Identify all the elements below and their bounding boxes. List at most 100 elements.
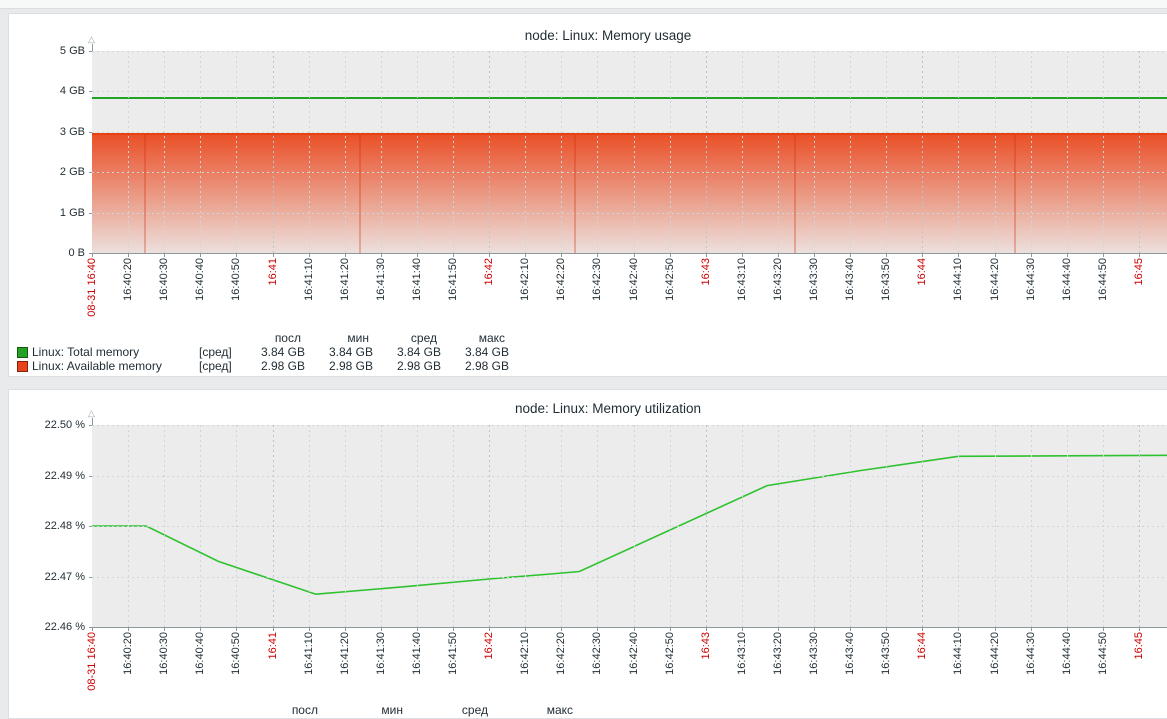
x-axis-tick-label: 16:44:30	[1025, 258, 1037, 301]
v-gridline	[670, 51, 671, 253]
v-gridline	[1031, 51, 1032, 253]
legend-header-row: посл мин сред макс	[17, 703, 577, 717]
v-gridline	[706, 51, 707, 253]
y-axis-tick	[89, 91, 92, 92]
x-axis-tick-label: 16:42:10	[519, 258, 531, 301]
x-axis-tick-label: 16:45	[1133, 632, 1145, 660]
x-axis-tick	[922, 628, 923, 631]
x-axis-tick-label: 16:42:30	[591, 258, 603, 301]
x-axis-tick-label: 08-31 16:40	[86, 258, 98, 317]
y-axis-tick-label: 22.47 %	[9, 571, 85, 583]
y-axis-arrow-icon: △	[88, 35, 95, 44]
x-axis-tick	[309, 254, 310, 257]
x-axis-tick	[958, 628, 959, 631]
x-axis-tick	[597, 254, 598, 257]
x-axis-tick-label: 16:42	[483, 632, 495, 660]
y-axis-tick-label: 2 GB	[9, 166, 85, 178]
x-axis-tick-label: 16:43:10	[736, 258, 748, 301]
legend-item-fn: [сред]	[192, 346, 237, 359]
v-gridline	[345, 51, 346, 253]
v-gridline	[597, 51, 598, 253]
x-axis-tick	[273, 254, 274, 257]
legend-item-label: Linux: Total memory	[32, 346, 192, 359]
v-gridline	[561, 51, 562, 253]
x-axis-tick	[706, 628, 707, 631]
legend-item-fn: [сред]	[192, 360, 237, 373]
y-axis-tick-label: 1 GB	[9, 207, 85, 219]
v-gridline	[164, 51, 165, 253]
legend-row-total-memory: Linux: Total memory [сред] 3.84 GB 3.84 …	[17, 345, 509, 359]
legend-row-available-memory: Linux: Available memory [сред] 2.98 GB 2…	[17, 359, 509, 373]
legend-item-label: Linux: Available memory	[32, 360, 192, 373]
total-memory-line	[92, 97, 1167, 99]
x-axis-tick	[922, 254, 923, 257]
x-axis-tick-label: 16:41:40	[411, 258, 423, 301]
y-axis-tick-label: 0 B	[9, 247, 85, 259]
x-axis-tick-label: 16:43:30	[808, 632, 820, 675]
x-axis-tick	[236, 254, 237, 257]
x-axis-tick	[706, 254, 707, 257]
v-gridline	[778, 425, 779, 627]
v-gridline	[814, 51, 815, 253]
x-axis-tick	[200, 254, 201, 257]
x-axis-tick	[489, 628, 490, 631]
v-gridline	[309, 51, 310, 253]
total-memory-swatch	[17, 347, 28, 358]
h-gridline	[92, 425, 1167, 426]
v-gridline	[634, 425, 635, 627]
v-gridline	[1103, 51, 1104, 253]
memory-utilization-panel: node: Linux: Memory utilization △ посл м…	[8, 389, 1167, 719]
x-axis-tick-label: 16:42:50	[664, 632, 676, 675]
v-gridline	[273, 425, 274, 627]
x-axis-tick-label: 16:40:40	[194, 258, 206, 301]
v-gridline	[453, 425, 454, 627]
chart-title: node: Linux: Memory usage	[9, 28, 1167, 43]
v-gridline	[164, 425, 165, 627]
x-axis-tick	[164, 628, 165, 631]
x-axis-tick-label: 16:42:40	[628, 632, 640, 675]
v-gridline	[381, 51, 382, 253]
x-axis-tick-label: 16:40:20	[122, 258, 134, 301]
x-axis-tick	[778, 628, 779, 631]
x-axis-tick	[200, 628, 201, 631]
area-segment-line	[574, 135, 576, 253]
v-gridline	[200, 425, 201, 627]
v-gridline	[273, 51, 274, 253]
v-gridline	[706, 425, 707, 627]
x-axis-tick	[634, 628, 635, 631]
x-axis-tick	[381, 628, 382, 631]
x-axis-tick-label: 16:42:20	[555, 632, 567, 675]
memory-utilization-plot[interactable]	[92, 425, 1167, 627]
x-axis-tick	[561, 254, 562, 257]
x-axis-tick	[561, 628, 562, 631]
x-axis-tick	[453, 254, 454, 257]
x-axis-tick-label: 16:43:40	[844, 258, 856, 301]
memory-usage-legend: посл мин сред макс Linux: Total memory […	[17, 331, 509, 373]
x-axis-tick	[453, 628, 454, 631]
x-axis-tick-label: 16:44:40	[1061, 258, 1073, 301]
x-axis-tick-label: 16:43	[700, 258, 712, 286]
y-axis-tick	[89, 476, 92, 477]
top-bar	[0, 0, 1167, 9]
v-gridline	[1139, 425, 1140, 627]
memory-usage-panel: node: Linux: Memory usage △ посл мин сре…	[8, 13, 1167, 377]
memory-usage-plot[interactable]	[92, 51, 1167, 253]
h-gridline	[92, 172, 1167, 173]
v-gridline	[922, 425, 923, 627]
x-axis-tick-label: 16:42:10	[519, 632, 531, 675]
x-axis-tick	[995, 628, 996, 631]
v-gridline	[778, 51, 779, 253]
x-axis-tick	[850, 628, 851, 631]
x-axis-tick-label: 08-31 16:40	[86, 632, 98, 691]
v-gridline	[814, 425, 815, 627]
v-gridline	[525, 425, 526, 627]
x-axis-tick-label: 16:40:50	[230, 258, 242, 301]
x-axis-tick	[525, 254, 526, 257]
x-axis-tick-label: 16:41:50	[447, 258, 459, 301]
v-gridline	[995, 425, 996, 627]
y-axis-tick	[89, 577, 92, 578]
legend-col-last: посл	[237, 332, 305, 345]
x-axis-tick-label: 16:44:40	[1061, 632, 1073, 675]
x-axis-tick	[92, 254, 93, 257]
legend-col-max: макс	[492, 704, 577, 717]
